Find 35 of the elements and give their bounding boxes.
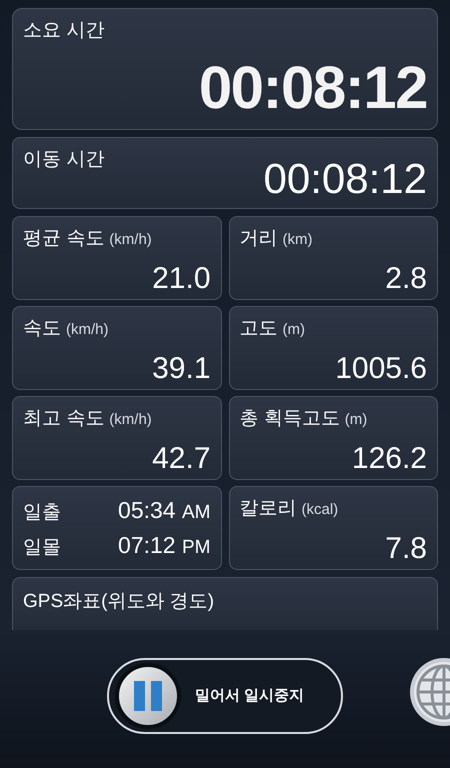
- elapsed-time-value: 00:08:12: [198, 58, 427, 118]
- stat-value: 39.1: [152, 352, 210, 385]
- sun-time: 05:34 AM: [118, 496, 210, 526]
- stat-label: 칼로리: [240, 497, 296, 521]
- sun-time: 07:12 PM: [118, 531, 210, 560]
- stat-value: 42.7: [152, 442, 210, 475]
- slider-label: 밀어서 일시중지: [195, 686, 304, 706]
- stat-unit: (m): [282, 320, 305, 340]
- stat-unit: (km): [282, 230, 312, 250]
- stat-label: 속도: [23, 317, 61, 341]
- stat-unit: (kcal): [302, 500, 338, 520]
- globe-button[interactable]: [408, 656, 450, 728]
- sun-label: 일출: [23, 501, 61, 526]
- card-label: 이동 시간: [23, 148, 104, 172]
- stat-value: 7.8: [385, 532, 427, 565]
- card-label: 소요 시간: [23, 19, 104, 43]
- stat-unit: (km/h): [109, 410, 152, 430]
- moving-time-value: 00:08:12: [264, 158, 427, 200]
- stat-value: 2.8: [385, 262, 427, 295]
- sun-label: 일몰: [23, 536, 61, 560]
- stat-unit: (km/h): [66, 320, 108, 340]
- stat-label: 최고 속도: [23, 407, 104, 431]
- stat-unit: (m): [344, 410, 368, 430]
- stat-value: 126.2: [352, 442, 427, 475]
- stat-label: 평균 속도: [23, 227, 104, 251]
- pause-slider[interactable]: 밀어서 일시중지: [107, 658, 343, 734]
- stat-value: 21.0: [152, 262, 210, 295]
- card-label: GPS좌표(위도와 경도): [23, 591, 214, 612]
- stat-value: 1005.6: [335, 352, 427, 385]
- pause-knob[interactable]: [115, 663, 181, 729]
- stat-label: 거리: [240, 227, 278, 251]
- stat-label: 총 획득고도: [240, 407, 340, 431]
- stat-label: 고도: [240, 317, 278, 341]
- stat-unit: (km/h): [109, 230, 152, 250]
- pause-icon: [132, 680, 164, 712]
